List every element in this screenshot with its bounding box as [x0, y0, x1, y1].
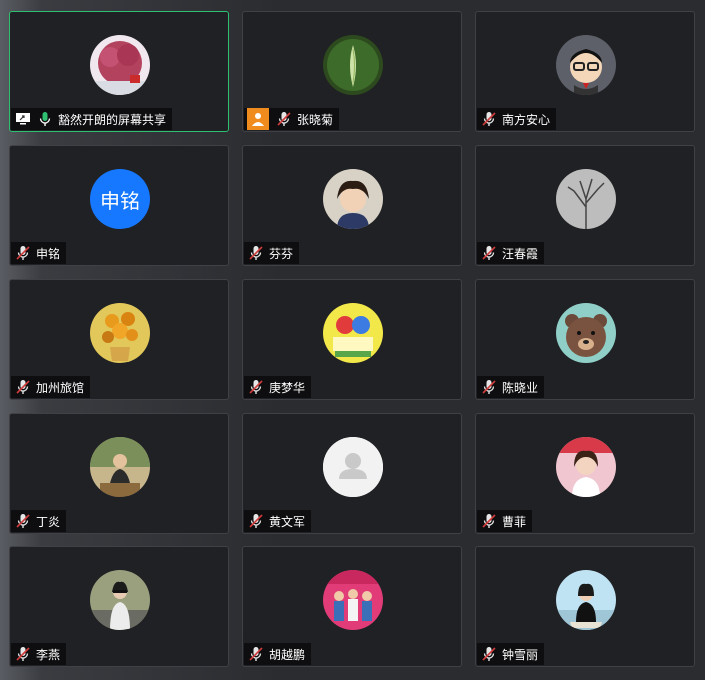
avatar: [556, 169, 616, 229]
avatar: [323, 437, 383, 497]
avatar: [90, 570, 150, 630]
name-bar: 李燕: [11, 643, 67, 665]
participant-tile[interactable]: 芬芬: [242, 145, 462, 266]
user-icon: [247, 108, 269, 130]
screen-share-icon: [14, 110, 32, 128]
participant-tile[interactable]: 黄文军: [242, 413, 462, 534]
participant-tile[interactable]: 张晓菊: [242, 11, 462, 132]
participant-tile[interactable]: 曹菲: [475, 413, 695, 534]
participant-tile[interactable]: 丁炎: [9, 413, 229, 534]
name-bar: 曹菲: [477, 510, 533, 532]
microphone-muted-icon: [247, 512, 265, 530]
participant-tile[interactable]: 南方安心: [475, 11, 695, 132]
participant-name: 申铭: [36, 246, 61, 261]
avatar: [323, 570, 383, 630]
participant-tile[interactable]: 豁然开朗的屏幕共享: [9, 11, 229, 132]
avatar: [323, 303, 383, 363]
name-bar: 加州旅馆: [11, 376, 91, 398]
name-bar: 丁炎: [11, 510, 67, 532]
participant-name: 曹菲: [502, 514, 527, 529]
participant-name: 庚梦华: [269, 380, 306, 395]
participant-grid: 豁然开朗的屏幕共享 张晓菊 南方安心 申铭 申铭 芬芬 汪春霞 加州旅馆 庚梦华…: [0, 0, 705, 680]
name-bar: 芬芬: [244, 242, 300, 264]
avatar: [556, 437, 616, 497]
participant-name: 南方安心: [502, 112, 551, 127]
name-bar: 南方安心: [477, 108, 557, 130]
participant-name: 加州旅馆: [36, 380, 85, 395]
name-bar: 庚梦华: [244, 376, 312, 398]
avatar: [323, 169, 383, 229]
microphone-muted-icon: [247, 645, 265, 663]
participant-name: 芬芬: [269, 246, 294, 261]
avatar: [556, 35, 616, 95]
participant-name: 胡越鹏: [269, 647, 306, 662]
avatar: 申铭: [90, 169, 150, 229]
participant-tile[interactable]: 陈晓业: [475, 279, 695, 400]
microphone-muted-icon: [480, 645, 498, 663]
participant-tile[interactable]: 申铭 申铭: [9, 145, 229, 266]
avatar: [323, 35, 383, 95]
participant-tile[interactable]: 加州旅馆: [9, 279, 229, 400]
participant-name: 李燕: [36, 647, 61, 662]
avatar: [90, 35, 150, 95]
name-bar: 钟雪丽: [477, 643, 545, 665]
avatar: [556, 303, 616, 363]
participant-name: 张晓菊: [297, 112, 334, 127]
participant-tile[interactable]: 庚梦华: [242, 279, 462, 400]
microphone-muted-icon: [14, 645, 32, 663]
participant-tile[interactable]: 李燕: [9, 546, 229, 667]
microphone-muted-icon: [480, 244, 498, 262]
microphone-muted-icon: [14, 512, 32, 530]
name-bar: 豁然开朗的屏幕共享: [11, 108, 173, 130]
participant-tile[interactable]: 汪春霞: [475, 145, 695, 266]
microphone-muted-icon: [480, 378, 498, 396]
microphone-muted-icon: [247, 378, 265, 396]
microphone-muted-icon: [480, 512, 498, 530]
microphone-muted-icon: [247, 244, 265, 262]
name-bar: 汪春霞: [477, 242, 545, 264]
name-bar: 陈晓业: [477, 376, 545, 398]
participant-name: 黄文军: [269, 514, 306, 529]
microphone-muted-icon: [480, 110, 498, 128]
name-bar: 申铭: [11, 242, 67, 264]
avatar-initials: 申铭: [100, 188, 140, 213]
participant-tile[interactable]: 胡越鹏: [242, 546, 462, 667]
name-bar: 黄文军: [244, 510, 312, 532]
microphone-muted-icon: [14, 378, 32, 396]
participant-tile[interactable]: 钟雪丽: [475, 546, 695, 667]
participant-name: 陈晓业: [502, 380, 539, 395]
participant-name: 钟雪丽: [502, 647, 539, 662]
name-bar: 胡越鹏: [244, 643, 312, 665]
name-bar: 张晓菊: [244, 108, 340, 130]
avatar: [556, 570, 616, 630]
avatar: [90, 303, 150, 363]
microphone-muted-icon: [275, 110, 293, 128]
avatar: [90, 437, 150, 497]
participant-name: 汪春霞: [502, 246, 539, 261]
participant-name: 丁炎: [36, 514, 61, 529]
microphone-on-icon: [36, 110, 54, 128]
microphone-muted-icon: [14, 244, 32, 262]
participant-name: 豁然开朗的屏幕共享: [58, 112, 167, 127]
